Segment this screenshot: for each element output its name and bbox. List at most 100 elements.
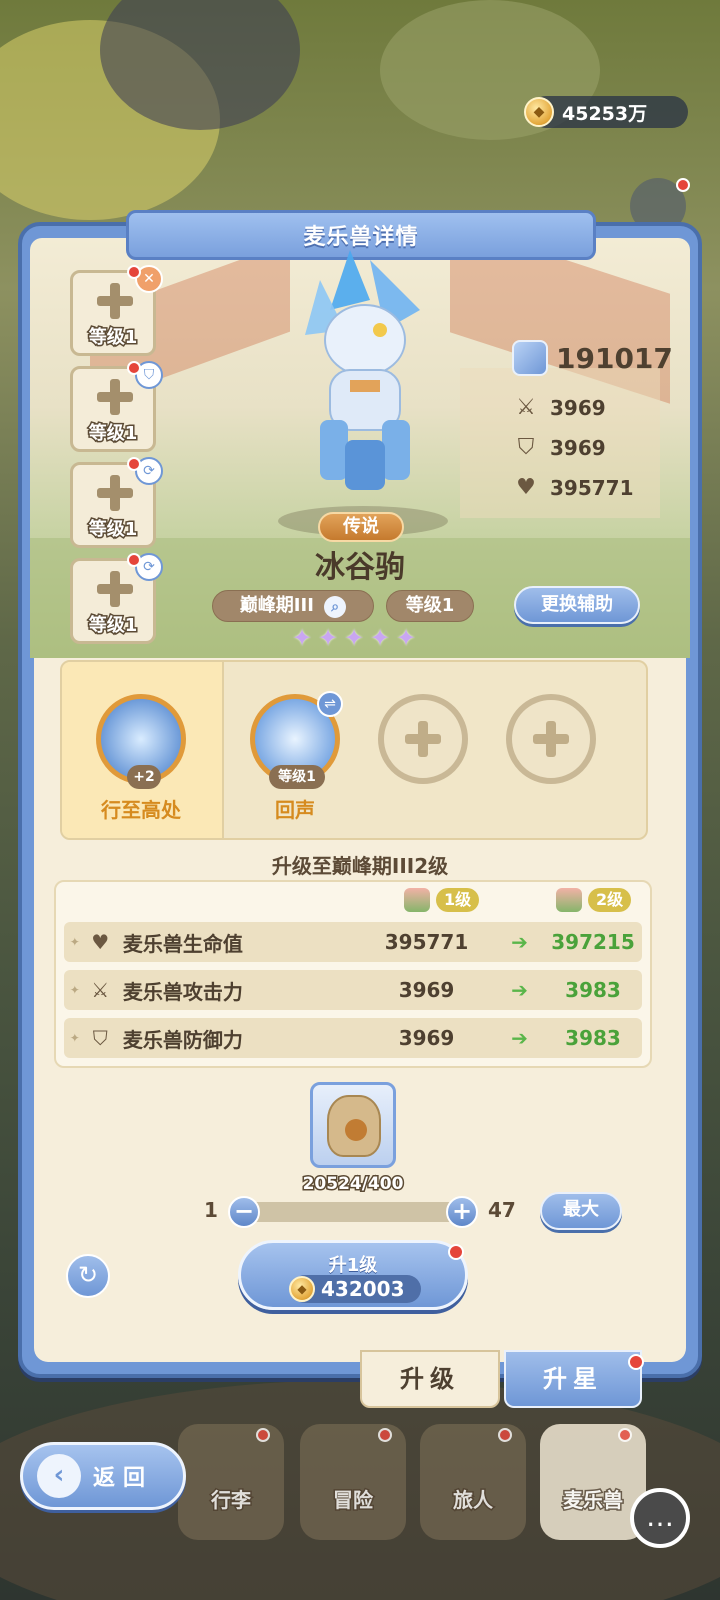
nav-adventure[interactable] (300, 1424, 406, 1540)
stat-old: 3969 (398, 1026, 455, 1050)
decrease-button[interactable]: − (228, 1196, 260, 1228)
to-level-badge: 2级 (588, 888, 632, 912)
coin-icon: ◆ (524, 97, 554, 127)
to-level-header: 2级 (556, 888, 632, 912)
crossed-swords-icon: ⚔ (91, 978, 110, 1002)
paw-icon (345, 1119, 367, 1141)
nav-luggage[interactable] (178, 1424, 284, 1540)
crossed-swords-icon: ⚔ (516, 395, 536, 420)
coin-icon: ◆ (289, 1276, 315, 1302)
diamond-icon: ✦ (69, 935, 80, 949)
back-button[interactable]: ‹ 返回 (20, 1442, 186, 1510)
power-shield-icon (512, 340, 548, 376)
stat-new: 3983 (565, 978, 621, 1002)
plus-icon (531, 719, 571, 759)
swap-icon[interactable]: ⇌ (317, 691, 343, 717)
equip-slot-3[interactable]: 等级1 ⟳ (70, 457, 163, 548)
power-value: 191017 (556, 341, 673, 375)
shield-icon: ⛉ (92, 1026, 108, 1050)
upgrade-button[interactable]: 升1级 ◆ 432003 (238, 1240, 468, 1310)
upgrade-row-defense: ✦ ⛉ 麦乐兽防御力 3969 ➔ 3983 (64, 1018, 642, 1058)
notification-dot (256, 1428, 270, 1442)
max-button[interactable]: 最大 (540, 1192, 622, 1230)
back-label: 返回 (93, 1466, 154, 1491)
pet-name: 冰谷驹 (315, 550, 405, 585)
upgrade-button-label: 升1级 (328, 1255, 378, 1276)
notification-dot (127, 265, 141, 279)
chat-bubble-icon[interactable]: … (630, 1488, 690, 1548)
combat-power: 191017 (512, 340, 673, 376)
equip-slot-4[interactable]: 等级1 ⟳ (70, 553, 163, 644)
increase-button[interactable]: + (446, 1196, 478, 1228)
arrow-right-icon: ➔ (511, 978, 528, 1002)
quantity-min: 1 (204, 1198, 218, 1222)
from-level-header: 1级 (404, 888, 480, 912)
upgrade-row-attack: ✦ ⚔ 麦乐兽攻击力 3969 ➔ 3983 (64, 970, 642, 1010)
heart-icon: ♥ (516, 475, 536, 500)
nav-traveler[interactable] (420, 1424, 526, 1540)
diamond-icon: ✦ (69, 983, 80, 997)
quantity-slider[interactable] (240, 1202, 470, 1222)
stat-old: 3969 (398, 978, 455, 1002)
notification-dot (448, 1244, 464, 1260)
ability-1[interactable]: +2 (96, 694, 186, 789)
plus-icon (403, 719, 443, 759)
slot-level: 等级1 (87, 422, 139, 446)
ability-2-badge: 等级1 (269, 765, 325, 789)
stat-new: 3983 (565, 1026, 621, 1050)
tab-star-up[interactable]: 升星 (504, 1350, 642, 1408)
plus-icon (95, 569, 135, 609)
food-sack-icon (327, 1095, 381, 1157)
nav-traveler-label: 旅人 (452, 1487, 495, 1514)
arrow-right-icon: ➔ (511, 930, 528, 954)
star-icon: ✦ (396, 624, 417, 652)
tier-pill[interactable]: 巅峰期III ⌕ (212, 590, 374, 622)
notification-dot (628, 1354, 644, 1370)
material-item[interactable] (310, 1082, 396, 1168)
hp-value: 395771 (550, 476, 634, 500)
notification-dot (127, 553, 141, 567)
equip-slot-2[interactable]: 等级1 ⛉ (70, 361, 163, 452)
slot-level: 等级1 (87, 614, 139, 638)
change-assist-button[interactable]: 更换辅助 (514, 586, 640, 624)
stat-name: 麦乐兽攻击力 (122, 979, 243, 1004)
notification-dot (498, 1428, 512, 1442)
tier-icon (404, 888, 430, 912)
rarity-badge: 传说 (318, 512, 404, 542)
star-icon: ✦ (370, 624, 391, 652)
upgrade-cost: ◆ 432003 (289, 1275, 421, 1303)
from-level-badge: 1级 (436, 888, 480, 912)
ability-slot-empty-2[interactable] (506, 694, 596, 784)
reset-icon[interactable]: ↻ (66, 1254, 110, 1298)
upgrade-row-hp: ✦ ♥ 麦乐兽生命值 395771 ➔ 397215 (64, 922, 642, 962)
stat-defense: ⛉ 3969 (512, 434, 606, 462)
tab-upgrade[interactable]: 升级 (360, 1350, 500, 1408)
ability-1-label: 行至高处 (101, 798, 181, 822)
ability-2[interactable]: 等级1 ⇌ (250, 691, 343, 789)
notification-dot (127, 361, 141, 375)
pet-illustration (305, 250, 420, 490)
currency-display: ◆ 45253万 (524, 96, 688, 128)
notification-dot (127, 457, 141, 471)
notification-dot (618, 1428, 632, 1442)
slot-level: 等级1 (87, 326, 139, 350)
magnify-icon: ⌕ (324, 596, 347, 618)
equip-slot-1[interactable]: 等级1 ✕ (70, 265, 163, 356)
notification-dot (676, 178, 690, 192)
ability-slot-empty-1[interactable] (378, 694, 468, 784)
nav-luggage-label: 行李 (210, 1487, 253, 1514)
upgrade-cost-value: 432003 (321, 1277, 405, 1301)
stat-hp: ♥ 395771 (512, 474, 634, 502)
quantity-max: 47 (488, 1198, 516, 1222)
stat-new: 397215 (551, 930, 635, 954)
currency-value: 45253万 (562, 102, 648, 125)
attack-value: 3969 (550, 396, 606, 420)
plus-icon (95, 473, 135, 513)
arrow-right-icon: ➔ (511, 1026, 528, 1050)
plus-icon (95, 281, 135, 321)
nav-adventure-label: 冒险 (332, 1487, 375, 1514)
slot-level: 等级1 (87, 518, 139, 542)
nav-pets-label: 麦乐兽 (562, 1487, 625, 1514)
back-arrow-icon: ‹ (37, 1454, 81, 1498)
defense-value: 3969 (550, 436, 606, 460)
